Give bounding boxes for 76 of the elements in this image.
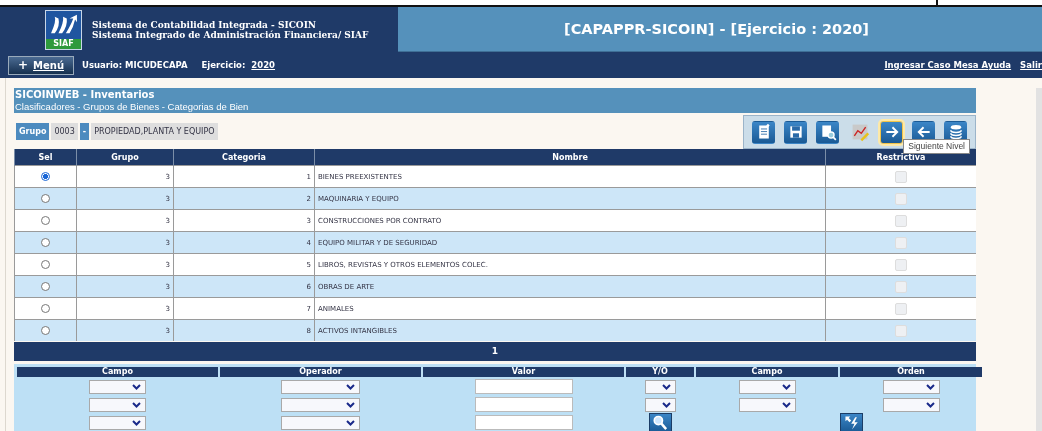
year-label: Ejercicio: — [201, 60, 246, 70]
input-field[interactable] — [474, 415, 573, 431]
breadcrumb: Clasificadores - Grupos de Bienes - Categorias de Bien — [15, 101, 250, 112]
caret-icon — [781, 383, 791, 390]
dropdown[interactable] — [738, 397, 796, 412]
group-separator: - — [79, 122, 90, 140]
column-header: Y/O — [626, 366, 694, 377]
preview-button[interactable] — [816, 120, 839, 144]
dropdown[interactable] — [89, 415, 146, 430]
search-icon — [651, 413, 669, 431]
column-header: Sel — [14, 149, 77, 166]
column-header: Operador — [220, 366, 421, 377]
caret-icon — [132, 401, 141, 408]
checkbox[interactable] — [895, 214, 907, 227]
dropdown[interactable] — [89, 379, 146, 394]
radio-button[interactable] — [41, 260, 50, 269]
input-field[interactable] — [474, 379, 573, 395]
year-link[interactable]: 2020 — [251, 60, 276, 70]
checkbox[interactable] — [895, 324, 907, 337]
caret-icon — [346, 419, 355, 426]
caret-icon — [925, 383, 935, 390]
checkbox[interactable] — [895, 236, 907, 249]
caret-icon — [781, 401, 791, 408]
column-header: Grupo — [76, 149, 174, 166]
checkbox[interactable] — [895, 302, 907, 315]
search-button[interactable] — [648, 412, 672, 431]
radio-button[interactable] — [41, 194, 50, 203]
dropdown[interactable] — [644, 379, 676, 394]
column-header: Orden — [840, 366, 982, 377]
next-level-button[interactable] — [880, 120, 903, 144]
group-name: PROPIEDAD,PLANTA Y EQUIPO — [91, 122, 218, 140]
caret-icon — [132, 383, 141, 390]
dropdown[interactable] — [89, 397, 146, 412]
caret-icon — [925, 401, 935, 408]
column-header: Valor — [423, 366, 624, 377]
column-header: Categoria — [173, 149, 315, 166]
group-label: Grupo — [16, 122, 50, 140]
menu-button[interactable]: + Menú — [8, 55, 74, 75]
execute-button[interactable] — [840, 412, 863, 431]
radio-button[interactable] — [41, 172, 50, 181]
radio-button[interactable] — [41, 326, 50, 335]
system-name: Sistema Integrado de Administración Financiera/ SIAF — [92, 29, 369, 40]
radio-button[interactable] — [41, 282, 50, 291]
panel-title: SICOINWEB - Inventarios — [15, 89, 156, 101]
dropdown[interactable] — [882, 379, 940, 394]
column-header: Campo — [696, 366, 838, 377]
save-button[interactable] — [784, 120, 807, 144]
scrollbar[interactable] — [1036, 88, 1042, 431]
caret-icon — [132, 419, 141, 426]
column-header: Nombre — [314, 149, 826, 166]
column-header: Campo — [17, 366, 218, 377]
radio-button[interactable] — [41, 216, 50, 225]
system-name: Sistema de Contabilidad Integrada - SICOIN — [92, 19, 318, 30]
page-link[interactable]: 1 — [491, 346, 499, 357]
dropdown[interactable] — [738, 379, 796, 394]
radio-button[interactable] — [41, 238, 50, 247]
nav-link[interactable]: Salir — [1011, 60, 1042, 70]
siaf-logo: SIAF — [45, 9, 82, 50]
caret-icon — [661, 401, 671, 408]
checkbox[interactable] — [895, 170, 907, 183]
new-button[interactable] — [752, 120, 775, 144]
checkbox[interactable] — [895, 280, 907, 293]
input-field[interactable] — [474, 397, 573, 413]
checkbox[interactable] — [895, 258, 907, 271]
checkbox[interactable] — [895, 192, 907, 205]
app-title: [CAPAPPR-SICOIN] - [Ejercicio : 2020] — [564, 21, 869, 37]
nav-link[interactable]: Ingresar Caso Mesa Ayuda — [875, 60, 1012, 70]
caret-icon — [346, 401, 355, 408]
caret-icon — [346, 383, 355, 390]
dropdown[interactable] — [644, 397, 676, 412]
tooltip: Siguiente Nivel — [903, 139, 970, 154]
radio-button[interactable] — [41, 304, 50, 313]
caret-icon — [661, 383, 671, 390]
group-code: 0003 — [51, 122, 78, 140]
user-label: Usuario: MICUDECAPA — [82, 60, 188, 70]
dropdown[interactable] — [882, 397, 940, 412]
